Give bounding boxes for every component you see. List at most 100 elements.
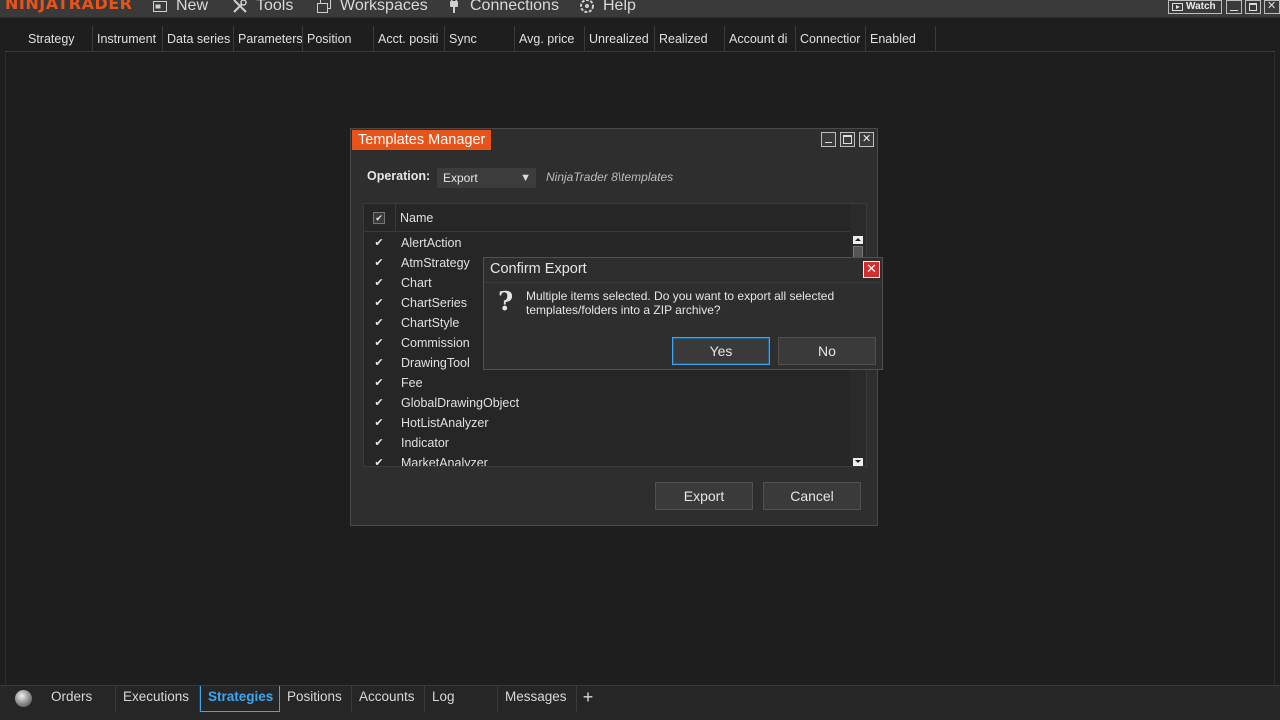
scroll-down-arrow-icon[interactable] — [853, 458, 863, 466]
ninjatrader-logo: NINJATRADER — [5, 0, 133, 13]
watch-label: Watch — [1186, 1, 1216, 12]
yes-button[interactable]: Yes — [672, 337, 770, 365]
item-checkbox[interactable]: ✔ — [373, 457, 385, 466]
column-header-account-display[interactable]: Account di — [725, 26, 796, 52]
confirm-export-body: ? Multiple items selected. Do you want t… — [484, 282, 882, 370]
tab-orders[interactable]: Orders — [44, 686, 116, 712]
menu-connections[interactable]: Connections — [446, 0, 559, 16]
column-header-connection[interactable]: Connectior — [796, 26, 866, 52]
item-checkbox[interactable]: ✔ — [373, 397, 385, 409]
column-header-avg-price[interactable]: Avg. price — [515, 26, 585, 52]
item-checkbox[interactable]: ✔ — [373, 437, 385, 449]
column-header-sync[interactable]: Sync — [445, 26, 515, 52]
item-name: DrawingTool — [401, 356, 470, 370]
list-item[interactable]: ✔ HotListAnalyzer — [364, 413, 850, 433]
tab-strategies[interactable]: Strategies — [200, 686, 280, 712]
column-header-position[interactable]: Position — [303, 26, 374, 52]
no-button[interactable]: No — [778, 337, 876, 365]
tools-icon — [232, 0, 248, 14]
menu-new[interactable]: New — [152, 0, 208, 16]
list-item[interactable]: ✔ AlertAction — [364, 233, 850, 253]
operation-select[interactable]: Export ▼ — [437, 168, 536, 188]
item-checkbox[interactable]: ✔ — [373, 297, 385, 309]
menu-new-label: New — [176, 0, 209, 14]
tab-log[interactable]: Log — [425, 686, 498, 712]
column-header-parameters[interactable]: Parameters — [234, 26, 303, 52]
list-item[interactable]: ✔ Indicator — [364, 433, 850, 453]
item-name: Indicator — [401, 436, 449, 450]
globe-icon[interactable] — [15, 690, 32, 707]
list-item[interactable]: ✔ GlobalDrawingObject — [364, 393, 850, 413]
tab-executions[interactable]: Executions — [116, 686, 200, 712]
help-icon — [579, 0, 595, 14]
confirm-export-message: Multiple items selected. Do you want to … — [526, 289, 835, 317]
templates-manager-title: Templates Manager — [352, 130, 492, 150]
menu-help-label: Help — [603, 0, 636, 14]
item-name: ChartStyle — [401, 316, 460, 330]
menu-workspaces[interactable]: Workspaces — [316, 0, 428, 16]
menu-bar: NINJATRADER New Tools Workspaces Connect… — [0, 0, 1280, 18]
column-header-enabled[interactable]: Enabled — [866, 26, 936, 52]
add-tab-button[interactable]: + — [577, 686, 599, 712]
item-name: Chart — [401, 276, 432, 290]
list-item[interactable]: ✔ Fee — [364, 373, 850, 393]
templates-path: NinjaTrader 8\templates — [546, 170, 674, 184]
item-name: AlertAction — [401, 236, 462, 250]
list-item[interactable]: ✔ MarketAnalyzer — [364, 453, 850, 467]
column-header-realized[interactable]: Realized — [655, 26, 725, 52]
confirm-export-dialog: Confirm Export ? Multiple items selected… — [483, 257, 883, 370]
new-window-icon — [152, 0, 168, 14]
column-header-instrument[interactable]: Instrument — [93, 26, 163, 52]
column-header-data-series[interactable]: Data series — [163, 26, 234, 52]
templates-manager-titlebar[interactable]: Templates Manager — [351, 129, 877, 151]
item-checkbox[interactable]: ✔ — [373, 377, 385, 389]
tm-minimize-button[interactable] — [821, 132, 836, 147]
column-header-strategy[interactable]: Strategy — [5, 26, 93, 52]
confirm-export-title: Confirm Export — [490, 261, 587, 277]
video-camera-icon — [1172, 3, 1183, 11]
select-all-checkbox[interactable]: ✔ — [373, 212, 385, 224]
menu-help[interactable]: Help — [579, 0, 636, 16]
menu-connections-label: Connections — [470, 0, 559, 14]
bottom-tab-bar: Orders Executions Strategies Positions A… — [0, 685, 1280, 720]
menu-tools-label: Tools — [256, 0, 294, 14]
connections-plug-icon — [446, 0, 462, 14]
confirm-export-titlebar[interactable]: Confirm Export — [484, 258, 882, 282]
close-button[interactable] — [1264, 0, 1280, 14]
item-checkbox[interactable]: ✔ — [373, 357, 385, 369]
watch-button[interactable]: Watch — [1168, 0, 1222, 14]
item-name: MarketAnalyzer — [401, 456, 488, 467]
item-checkbox[interactable]: ✔ — [373, 337, 385, 349]
cancel-button[interactable]: Cancel — [763, 482, 861, 510]
chevron-down-icon: ▼ — [520, 172, 531, 184]
column-header-acct-position[interactable]: Acct. positi — [374, 26, 445, 52]
item-checkbox[interactable]: ✔ — [373, 417, 385, 429]
tm-maximize-button[interactable] — [840, 132, 855, 147]
menu-tools[interactable]: Tools — [232, 0, 293, 16]
minimize-button[interactable] — [1226, 0, 1242, 14]
scroll-up-arrow-icon[interactable] — [853, 236, 863, 244]
tab-positions[interactable]: Positions — [280, 686, 352, 712]
strategies-grid-header: Strategy Instrument Data series Paramete… — [5, 26, 1275, 52]
question-icon: ? — [498, 287, 514, 317]
export-button[interactable]: Export — [655, 482, 753, 510]
tab-messages[interactable]: Messages — [498, 686, 577, 712]
tm-close-button[interactable] — [859, 132, 874, 147]
column-header-unrealized[interactable]: Unrealized — [585, 26, 655, 52]
item-checkbox[interactable]: ✔ — [373, 277, 385, 289]
item-name: ChartSeries — [401, 296, 467, 310]
header-divider — [395, 204, 396, 232]
item-checkbox[interactable]: ✔ — [373, 317, 385, 329]
item-name: GlobalDrawingObject — [401, 396, 520, 410]
confirm-close-button[interactable] — [863, 261, 880, 278]
operation-select-value: Export — [443, 171, 478, 185]
tab-accounts[interactable]: Accounts — [352, 686, 425, 712]
item-checkbox[interactable]: ✔ — [373, 257, 385, 269]
item-name: Commission — [401, 336, 470, 350]
item-checkbox[interactable]: ✔ — [373, 237, 385, 249]
maximize-button[interactable] — [1245, 0, 1261, 14]
operation-label: Operation: — [367, 169, 431, 183]
item-name: Fee — [401, 376, 423, 390]
column-header-name[interactable]: Name — [400, 211, 433, 225]
workspaces-icon — [316, 0, 332, 14]
